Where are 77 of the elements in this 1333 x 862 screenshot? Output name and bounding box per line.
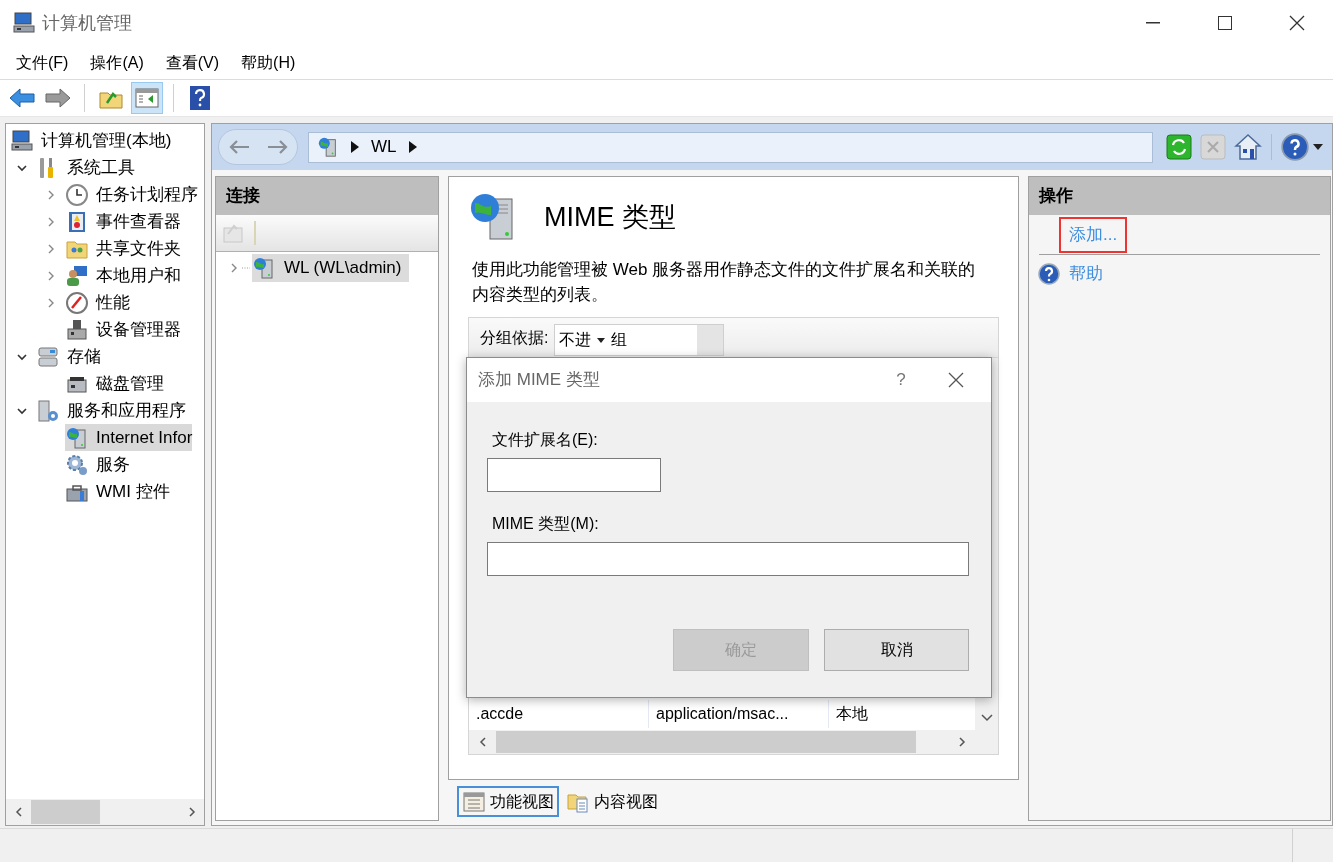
- tree-item[interactable]: 设备管理器: [65, 316, 181, 343]
- breadcrumb-arrow-icon: [408, 141, 417, 153]
- dropdown-value: 组: [611, 330, 628, 350]
- back-arrow-icon: [9, 87, 35, 109]
- clock-icon: [65, 182, 89, 207]
- dropdown-value: 不进: [559, 330, 592, 350]
- globe-server-icon: [317, 136, 339, 158]
- tree-item[interactable]: 服务: [65, 451, 130, 478]
- feature-title: MIME 类型: [544, 200, 676, 234]
- tree-item[interactable]: 磁盘管理: [65, 370, 164, 397]
- table-cell: application/msac...: [649, 700, 829, 728]
- menu-item[interactable]: 文件(F): [16, 50, 69, 75]
- tree-item[interactable]: 本地用户和: [65, 262, 181, 289]
- scroll-down-icon[interactable]: [980, 714, 993, 722]
- input-field[interactable]: [487, 542, 969, 576]
- tree-item[interactable]: WMI 控件: [65, 478, 170, 505]
- field-label: 文件扩展名(E):: [491, 430, 599, 450]
- scroll-thumb[interactable]: [31, 800, 100, 824]
- console-tree-icon: [135, 87, 159, 109]
- tree-item[interactable]: 系统工具: [36, 154, 135, 181]
- help-button[interactable]: ?: [881, 358, 921, 402]
- chevron-right-icon: [957, 737, 966, 747]
- globe-server-icon: [65, 425, 89, 450]
- maximize-icon: [1218, 16, 1232, 30]
- panel-header: 操作: [1029, 177, 1330, 215]
- gauge-icon: [65, 290, 89, 315]
- breadcrumb-segment[interactable]: WL: [371, 134, 397, 160]
- dialog-button[interactable]: 取消: [824, 629, 969, 671]
- tree-item[interactable]: Internet Infor: [65, 424, 193, 451]
- tree-item[interactable]: 任务计划程序: [65, 181, 198, 208]
- input-field[interactable]: [487, 458, 661, 492]
- server-icon: [36, 398, 60, 423]
- gear-icon: [65, 452, 89, 477]
- address-field[interactable]: WL: [308, 131, 1153, 163]
- help-button[interactable]: [1278, 131, 1326, 163]
- close-icon: [1289, 15, 1305, 31]
- scroll-thumb[interactable]: [496, 731, 916, 753]
- console-button[interactable]: [131, 82, 163, 114]
- device-icon: [65, 317, 89, 342]
- panel-header: 连接: [216, 177, 438, 215]
- table-cell-text: 本地: [835, 704, 869, 724]
- tree-item[interactable]: 存储: [36, 343, 101, 370]
- field-label: MIME 类型(M):: [491, 514, 600, 534]
- dropdown-caret-icon: [597, 337, 606, 343]
- forward-arrow-icon: [45, 87, 71, 109]
- list-view-icon: [462, 789, 486, 814]
- chevron-left-icon: [478, 737, 487, 747]
- minimize-icon: [1146, 22, 1160, 24]
- menu-item[interactable]: 帮助(H): [241, 50, 296, 75]
- computer-icon: [12, 11, 36, 35]
- help-icon: [1037, 262, 1061, 286]
- table-cell: .accde: [469, 700, 649, 728]
- group-by-dropdown[interactable]: 不进 组: [554, 324, 725, 356]
- globe-server-icon: [252, 256, 276, 280]
- view-tab[interactable]: 内容视图: [561, 786, 663, 817]
- help-icon: [190, 86, 210, 110]
- tree-item[interactable]: 事件查看器: [65, 208, 181, 235]
- view-tab[interactable]: 功能视图: [457, 786, 559, 817]
- window-title: 计算机管理: [42, 11, 132, 35]
- tree-item[interactable]: 计算机管理(本地): [10, 127, 172, 154]
- menu-item[interactable]: 操作(A): [90, 50, 144, 75]
- breadcrumb-arrow-icon: [351, 141, 359, 153]
- chevron-left-icon: [14, 807, 23, 817]
- tree-item[interactable]: 服务和应用程序: [36, 397, 186, 424]
- feature-description: 使用此功能管理被 Web 服务器用作静态文件的文件扩展名和关联的内容类型的列表。: [471, 259, 977, 306]
- close-icon: [948, 372, 964, 388]
- menu-item[interactable]: 查看(V): [165, 50, 220, 75]
- tree-item[interactable]: 性能: [65, 289, 130, 316]
- users-icon: [65, 263, 89, 288]
- drive-icon: [36, 344, 60, 369]
- dropdown-caret-icon: [1313, 144, 1323, 150]
- dialog-title: 添加 MIME 类型: [478, 369, 600, 392]
- group-by-label: 分组依据:: [480, 327, 549, 348]
- computer-icon: [10, 128, 34, 153]
- tree-item[interactable]: WL (WL\admin): [252, 254, 410, 282]
- chevron-right-icon: [187, 807, 196, 817]
- tree-item[interactable]: 共享文件夹: [65, 235, 181, 262]
